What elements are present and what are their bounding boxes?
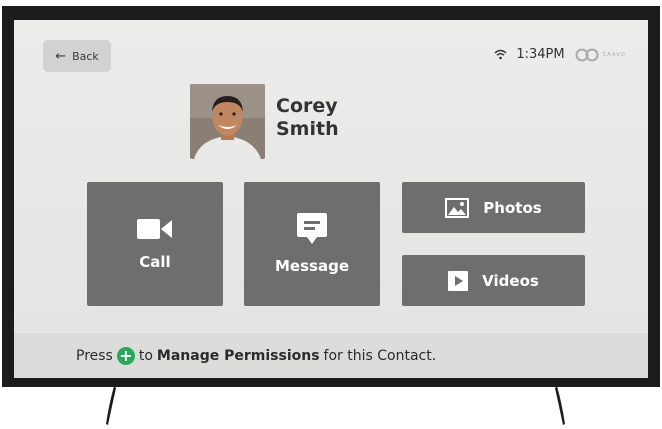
arrow-left-icon: ← — [55, 48, 67, 64]
instruction-to: to — [138, 347, 153, 364]
wifi-icon — [494, 49, 507, 60]
status-area: 1:34PM CAAVO — [494, 47, 626, 62]
brand-text: CAAVO — [602, 51, 626, 58]
contact-first-name: Corey — [276, 95, 338, 117]
video-camera-icon — [137, 219, 172, 239]
instruction-press: Press — [76, 347, 113, 364]
back-button[interactable]: ← Back — [43, 40, 111, 72]
play-icon — [448, 270, 469, 291]
tv-frame: ← Back 1:34PM CAAVO Corey Smith Call Mes… — [2, 6, 660, 387]
tv-left-leg — [106, 386, 116, 425]
instruction-bar: Press + to Manage Permissions for this C… — [14, 333, 648, 378]
videos-button[interactable]: Videos — [402, 255, 585, 306]
instruction-suffix: for this Contact. — [323, 347, 437, 364]
photos-button[interactable]: Photos — [402, 182, 585, 233]
chat-bubble-icon — [297, 213, 327, 244]
call-label: Call — [139, 253, 171, 271]
instruction-manage-permissions: Manage Permissions — [156, 347, 320, 364]
contact-name: Corey Smith — [276, 95, 416, 141]
image-icon — [445, 197, 470, 218]
tv-screen: ← Back 1:34PM CAAVO Corey Smith Call Mes… — [14, 20, 648, 378]
photos-label: Photos — [483, 198, 542, 217]
tv-right-leg — [555, 386, 565, 425]
message-label: Message — [275, 257, 349, 275]
contact-last-name: Smith — [276, 118, 339, 140]
plus-icon: + — [116, 346, 135, 365]
videos-label: Videos — [482, 271, 539, 290]
avatar — [190, 84, 265, 159]
clock: 1:34PM — [516, 47, 565, 62]
brand-logo: CAAVO — [574, 48, 626, 62]
call-button[interactable]: Call — [87, 182, 223, 306]
message-button[interactable]: Message — [244, 182, 380, 306]
back-label: Back — [72, 49, 99, 63]
caavo-logo-icon — [575, 48, 599, 61]
